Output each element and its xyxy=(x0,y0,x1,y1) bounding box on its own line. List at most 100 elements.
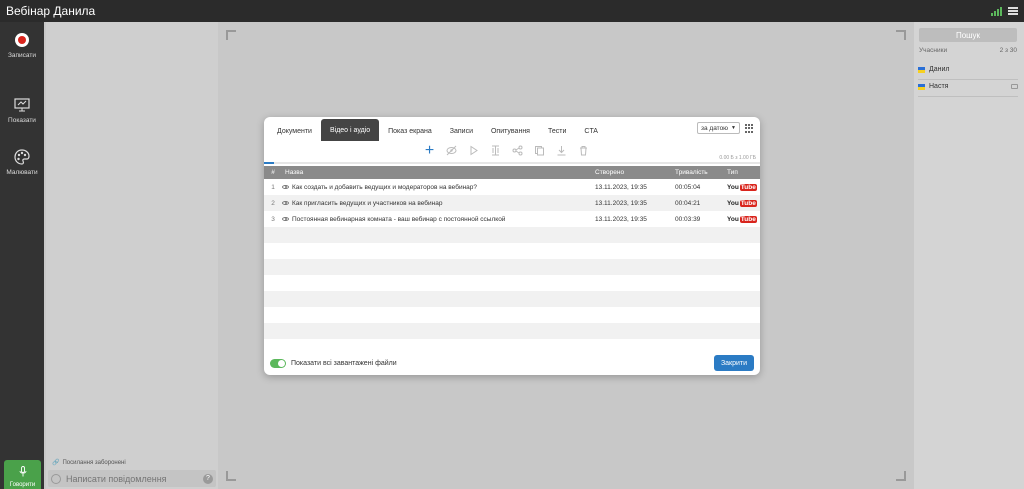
stage-corner-bottom-left xyxy=(226,471,236,481)
tab-video-audio[interactable]: Відео і аудіо xyxy=(320,119,380,141)
chat-input-box: ? xyxy=(48,470,216,487)
download-icon[interactable] xyxy=(556,145,567,156)
row-created: 13.11.2023, 19:35 xyxy=(595,183,647,191)
participants-panel: Пошук Учасники 2 з 30 Данил Настя xyxy=(914,22,1024,489)
table-row[interactable]: 3 Постоянная вебинарная комната - ваш ве… xyxy=(264,211,760,227)
signal-strength-icon xyxy=(991,6,1002,16)
youtube-icon: You Tube xyxy=(727,199,757,207)
ukraine-flag-icon xyxy=(918,66,925,73)
sort-select[interactable]: за датою ▼ xyxy=(697,122,740,134)
help-icon[interactable]: ? xyxy=(203,473,213,484)
storage-progress-fill xyxy=(264,162,274,164)
youtube-icon: You Tube xyxy=(727,215,757,223)
sort-selected-value: за датою xyxy=(701,124,729,132)
participant-item[interactable]: Данил xyxy=(918,66,1018,73)
copy-icon[interactable] xyxy=(534,145,545,156)
window-title: Вебінар Данила xyxy=(6,4,96,18)
header-created[interactable]: Створено xyxy=(595,169,675,176)
storage-usage-text: 0.00 Б з 1.00 ГБ xyxy=(719,155,756,161)
show-label: Показати xyxy=(8,117,36,124)
play-icon[interactable] xyxy=(468,145,479,156)
youtube-icon: You Tube xyxy=(727,183,757,191)
storage-progress-bar xyxy=(264,162,760,164)
participants-count: 2 з 30 xyxy=(999,47,1017,54)
caret-down-icon: ▼ xyxy=(731,125,736,131)
empty-row xyxy=(264,227,760,243)
media-table: # Назва Створено Тривалість Тип 1 Как со… xyxy=(264,166,760,355)
presentation-icon xyxy=(14,97,30,113)
show-all-files-toggle[interactable] xyxy=(270,359,286,368)
draw-label: Малювати xyxy=(6,169,38,176)
visibility-eye-icon[interactable] xyxy=(282,216,289,221)
participant-item[interactable]: Настя xyxy=(918,83,1018,90)
participants-header: Учасники 2 з 30 xyxy=(919,47,1017,54)
palette-icon xyxy=(14,149,30,165)
visibility-eye-icon[interactable] xyxy=(282,184,289,189)
share-icon[interactable] xyxy=(512,145,523,156)
row-name: Как создать и добавить ведущих и модерат… xyxy=(292,183,478,191)
add-icon[interactable]: + xyxy=(424,142,435,158)
dialog-tabs: Документи Відео і аудіо Показ екрана Зап… xyxy=(264,117,760,141)
participant-divider xyxy=(918,79,1018,80)
record-button[interactable]: Записати xyxy=(0,32,44,59)
header-type[interactable]: Тип xyxy=(727,169,760,176)
table-row[interactable]: 1 Как создать и добавить ведущих и модер… xyxy=(264,179,760,195)
tab-polls[interactable]: Опитування xyxy=(482,121,539,141)
show-all-files-label: Показати всі завантажені файли xyxy=(291,360,397,367)
top-bar: Вебінар Данила xyxy=(0,0,1024,22)
empty-row xyxy=(264,291,760,307)
participant-name: Настя xyxy=(929,83,949,90)
rename-icon[interactable] xyxy=(490,145,501,156)
row-duration: 00:05:04 xyxy=(675,183,701,191)
chat-panel: 🔗 Посилання заборонені ? xyxy=(46,22,218,489)
row-num: 1 xyxy=(271,183,275,191)
tab-cta[interactable]: CTA xyxy=(575,121,606,141)
hamburger-menu-icon[interactable] xyxy=(1008,7,1018,15)
speak-label: Говорити xyxy=(9,482,36,488)
row-duration: 00:03:39 xyxy=(675,215,701,223)
visibility-eye-icon[interactable] xyxy=(282,200,289,205)
empty-row xyxy=(264,275,760,291)
tab-documents[interactable]: Документи xyxy=(268,121,321,141)
trash-icon[interactable] xyxy=(578,145,589,156)
row-num: 2 xyxy=(271,199,275,207)
empty-row xyxy=(264,243,760,259)
tab-screen-share[interactable]: Показ екрана xyxy=(379,121,441,141)
participant-name: Данил xyxy=(929,66,950,73)
header-name[interactable]: Назва xyxy=(282,169,585,176)
speak-button[interactable]: Говорити xyxy=(4,460,41,489)
row-created: 13.11.2023, 19:35 xyxy=(595,215,647,223)
empty-row xyxy=(264,259,760,275)
row-num: 3 xyxy=(271,215,275,223)
stage-corner-bottom-right xyxy=(896,471,906,481)
file-actions-toolbar: + xyxy=(424,142,589,158)
camera-icon[interactable] xyxy=(1011,84,1018,89)
row-duration: 00:04:21 xyxy=(675,199,701,207)
row-name: Постоянная вебинарная комната - ваш веби… xyxy=(292,215,506,223)
show-all-files-toggle-row: Показати всі завантажені файли xyxy=(270,359,397,368)
table-body: 1 Как создать и добавить ведущих и модер… xyxy=(264,179,760,355)
row-name: Как пригласить ведущих и участников на в… xyxy=(292,199,443,207)
tab-tests[interactable]: Тести xyxy=(539,121,575,141)
show-button[interactable]: Показати xyxy=(0,97,44,124)
empty-row xyxy=(264,339,760,355)
grid-view-icon[interactable] xyxy=(745,124,754,133)
chat-message-input[interactable] xyxy=(66,473,198,484)
tab-recordings[interactable]: Записи xyxy=(441,121,482,141)
draw-button[interactable]: Малювати xyxy=(0,149,44,176)
link-icon: 🔗 xyxy=(52,460,60,466)
stage-corner-top-left xyxy=(226,30,236,40)
header-duration[interactable]: Тривалість xyxy=(675,169,727,176)
table-header: # Назва Створено Тривалість Тип xyxy=(264,166,760,179)
participants-search-button[interactable]: Пошук xyxy=(919,28,1017,42)
hide-eye-icon[interactable] xyxy=(446,145,457,156)
record-label: Записати xyxy=(7,52,37,59)
emoji-icon[interactable] xyxy=(51,473,61,484)
microphone-icon xyxy=(19,466,27,480)
header-num: # xyxy=(271,169,275,176)
media-library-dialog: Документи Відео і аудіо Показ екрана Зап… xyxy=(264,117,760,375)
record-icon xyxy=(15,33,29,47)
close-button[interactable]: Закрити xyxy=(714,355,754,371)
table-row[interactable]: 2 Как пригласить ведущих и участников на… xyxy=(264,195,760,211)
links-banned-notice: 🔗 Посилання заборонені xyxy=(52,459,126,467)
